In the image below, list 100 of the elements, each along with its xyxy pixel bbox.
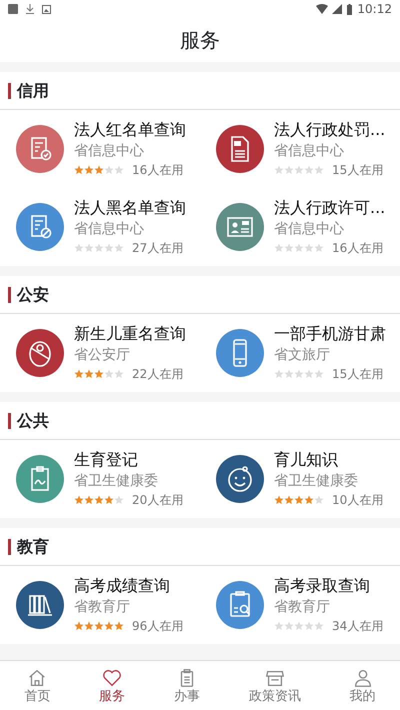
star-icon (314, 243, 324, 253)
service-provider: 省教育厅 (274, 598, 331, 617)
wifi-icon (316, 4, 328, 14)
star-icon (294, 369, 304, 379)
star-icon (314, 369, 324, 379)
document-icon (216, 125, 264, 173)
star-icon (304, 369, 314, 379)
image-icon (42, 4, 51, 14)
service-provider: 省信息中心 (74, 142, 145, 161)
service-name: 法人黑名单查询 (74, 197, 186, 219)
star-icon (294, 165, 304, 175)
star-icon (74, 621, 84, 631)
star-icon (104, 495, 114, 505)
star-icon (94, 165, 104, 175)
service-name: 法人行政处罚... (274, 119, 386, 141)
section-marker (8, 286, 11, 302)
star-icon (294, 495, 304, 505)
service-item[interactable]: 一部手机游甘肃 省文旅厅 15人在用 (200, 314, 400, 392)
document-check-icon (16, 125, 64, 173)
phone-icon (216, 329, 264, 377)
star-icon (314, 621, 324, 631)
nav-tab[interactable]: 首页 (0, 661, 75, 710)
nav-tab[interactable]: 办事 (150, 661, 224, 710)
service-provider: 省信息中心 (74, 220, 145, 239)
service-item[interactable]: 高考录取查询 省教育厅 34人在用 (200, 566, 400, 644)
star-icon (84, 243, 94, 253)
star-icon (104, 369, 114, 379)
nav-tab[interactable]: 服务 (74, 661, 150, 710)
star-icon (114, 369, 124, 379)
service-name: 一部手机游甘肃 (274, 323, 386, 345)
star-icon (74, 243, 84, 253)
star-icon (94, 621, 104, 631)
usage-count: 16人在用 (332, 240, 384, 257)
service-name: 育儿知识 (274, 449, 339, 471)
star-icon (274, 165, 284, 175)
service-item[interactable]: 新生儿重名查询 省公安厅 22人在用 (0, 314, 200, 392)
service-provider: 省信息中心 (274, 142, 345, 161)
section-marker (8, 538, 11, 554)
nav-tab[interactable]: 政策资讯 (224, 661, 326, 710)
star-icon (314, 165, 324, 175)
service-name: 新生儿重名查询 (74, 323, 186, 345)
service-name: 高考成绩查询 (74, 575, 171, 597)
books-icon (16, 581, 64, 629)
star-icon (84, 495, 94, 505)
service-name: 生育登记 (74, 449, 139, 471)
signal-icon (332, 4, 342, 14)
service-item[interactable]: 法人红名单查询 省信息中心 16人在用 (0, 110, 200, 188)
usage-count: 34人在用 (332, 618, 384, 635)
star-icon (284, 621, 294, 631)
star-icon (114, 243, 124, 253)
battery-icon (346, 4, 354, 14)
star-icon (84, 165, 94, 175)
page-title: 服务 (180, 27, 220, 54)
star-icon (274, 495, 284, 505)
service-item[interactable]: 法人黑名单查询 省信息中心 27人在用 (0, 188, 200, 266)
star-icon (104, 621, 114, 631)
download-icon (26, 4, 34, 14)
star-icon (274, 369, 284, 379)
star-icon (274, 621, 284, 631)
service-provider: 省教育厅 (74, 598, 131, 617)
section-title: 公安 (17, 284, 49, 306)
section-marker (8, 412, 11, 428)
section-title: 教育 (17, 536, 49, 558)
document-blocked-icon (16, 203, 64, 251)
star-icon (294, 243, 304, 253)
star-icon (84, 369, 94, 379)
service-item[interactable]: 高考成绩查询 省教育厅 96人在用 (0, 566, 200, 644)
service-item[interactable]: 生育登记 省卫生健康委 20人在用 (0, 440, 200, 518)
usage-count: 22人在用 (132, 366, 184, 383)
star-icon (94, 243, 104, 253)
service-provider: 省卫生健康委 (274, 472, 359, 491)
star-icon (94, 495, 104, 505)
service-item[interactable]: 法人行政许可... 省信息中心 16人在用 (200, 188, 400, 266)
service-item[interactable]: 法人行政处罚... 省信息中心 15人在用 (200, 110, 400, 188)
star-icon (74, 165, 84, 175)
service-name: 法人红名单查询 (74, 119, 186, 141)
heart-icon (101, 667, 124, 689)
star-icon (284, 369, 294, 379)
star-icon (74, 495, 84, 505)
star-icon (74, 369, 84, 379)
usage-count: 16人在用 (132, 162, 184, 179)
star-icon (104, 243, 114, 253)
nav-tab[interactable]: 我的 (325, 661, 400, 710)
usage-count: 96人在用 (132, 618, 184, 635)
score-search-icon (216, 581, 264, 629)
service-provider: 省文旅厅 (274, 346, 331, 365)
section-title: 信用 (17, 80, 49, 102)
star-icon (274, 243, 284, 253)
star-icon (304, 243, 314, 253)
star-icon (304, 165, 314, 175)
clipboard-icon (16, 455, 64, 503)
service-item[interactable]: 育儿知识 省卫生健康委 10人在用 (200, 440, 400, 518)
star-icon (284, 243, 294, 253)
usage-count: 15人在用 (332, 366, 384, 383)
service-provider: 省信息中心 (274, 220, 345, 239)
usage-count: 27人在用 (132, 240, 184, 257)
smiley-icon (216, 455, 264, 503)
usage-count: 15人在用 (332, 162, 384, 179)
star-icon (84, 621, 94, 631)
star-icon (104, 165, 114, 175)
